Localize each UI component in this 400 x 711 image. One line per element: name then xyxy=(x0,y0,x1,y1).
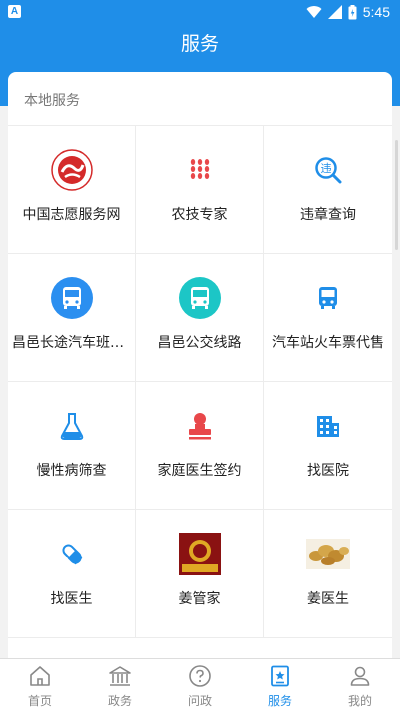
service-label: 农技专家 xyxy=(171,207,228,223)
ginger-steward-logo-icon xyxy=(178,532,222,576)
tab-government[interactable]: 政务 xyxy=(80,659,160,711)
service-label: 违章查询 xyxy=(300,207,356,223)
flask-icon xyxy=(50,404,94,448)
wifi-icon xyxy=(306,6,322,19)
service-label: 昌邑长途汽车班次... xyxy=(12,335,131,351)
local-services-card: 本地服务 中国志愿服务网 农技专家 违 违章查询 昌邑长途汽车班次... 昌邑公… xyxy=(8,72,392,672)
tab-label: 首页 xyxy=(27,694,52,708)
service-label: 姜医生 xyxy=(307,591,349,607)
service-label: 找医院 xyxy=(307,463,349,479)
tab-mine[interactable]: 我的 xyxy=(320,659,400,711)
star-bookmark-icon xyxy=(271,665,289,687)
bottom-tab-bar: 首页 政务 问政 服务 我的 xyxy=(0,658,400,711)
notification-a-icon: A xyxy=(8,5,21,18)
bus-icon xyxy=(50,276,94,320)
service-label: 找医生 xyxy=(50,591,93,607)
tab-inquiry[interactable]: 问政 xyxy=(160,659,240,711)
signal-icon xyxy=(327,5,342,19)
ginger-image-icon xyxy=(306,532,350,576)
service-label: 慢性病筛查 xyxy=(36,463,107,479)
tab-label: 政务 xyxy=(107,694,132,708)
bus-icon xyxy=(178,276,222,320)
home-icon xyxy=(30,666,50,686)
service-label: 家庭医生签约 xyxy=(157,463,242,479)
services-grid: 中国志愿服务网 农技专家 违 违章查询 昌邑长途汽车班次... 昌邑公交线路 汽… xyxy=(8,125,392,638)
service-long-distance-bus[interactable]: 昌邑长途汽车班次... xyxy=(8,254,136,382)
service-ginger-steward[interactable]: 姜管家 xyxy=(136,510,264,638)
service-find-doctor[interactable]: 找医生 xyxy=(8,510,136,638)
service-find-hospital[interactable]: 找医院 xyxy=(264,382,392,510)
tab-label: 问政 xyxy=(187,694,212,708)
tab-services[interactable]: 服务 xyxy=(240,659,320,711)
service-label: 昌邑公交线路 xyxy=(157,335,242,351)
status-bar: A 5:45 xyxy=(0,0,400,24)
status-time: 5:45 xyxy=(362,4,390,20)
user-icon xyxy=(350,666,370,686)
service-label: 中国志愿服务网 xyxy=(22,207,121,223)
page-title: 服务 xyxy=(0,24,400,66)
volunteer-logo-icon xyxy=(50,148,94,192)
service-volunteer[interactable]: 中国志愿服务网 xyxy=(8,126,136,254)
service-bus-lines[interactable]: 昌邑公交线路 xyxy=(136,254,264,382)
question-icon xyxy=(189,665,211,687)
tab-home[interactable]: 首页 xyxy=(0,659,80,711)
battery-icon xyxy=(348,4,357,19)
government-icon xyxy=(109,666,131,686)
service-violation-search[interactable]: 违 违章查询 xyxy=(264,126,392,254)
svg-text:违: 违 xyxy=(321,162,332,175)
service-chronic-screening[interactable]: 慢性病筛查 xyxy=(8,382,136,510)
service-family-doctor[interactable]: 家庭医生签约 xyxy=(136,382,264,510)
service-agri-expert[interactable]: 农技专家 xyxy=(136,126,264,254)
service-label: 汽车站火车票代售 xyxy=(272,335,384,351)
violation-search-icon: 违 xyxy=(306,148,350,192)
service-ginger-doctor[interactable]: 姜医生 xyxy=(264,510,392,638)
bus-small-icon xyxy=(306,276,350,320)
tab-label: 服务 xyxy=(267,694,292,708)
service-train-tickets[interactable]: 汽车站火车票代售 xyxy=(264,254,392,382)
tab-label: 我的 xyxy=(347,694,372,708)
doctor-stamp-icon xyxy=(178,404,222,448)
wheat-icon xyxy=(178,148,222,192)
hospital-icon xyxy=(306,404,350,448)
scrollbar[interactable] xyxy=(395,140,398,250)
stethoscope-icon xyxy=(50,532,94,576)
status-right: 5:45 xyxy=(306,2,390,22)
section-title: 本地服务 xyxy=(24,93,80,109)
service-label: 姜管家 xyxy=(178,591,221,607)
